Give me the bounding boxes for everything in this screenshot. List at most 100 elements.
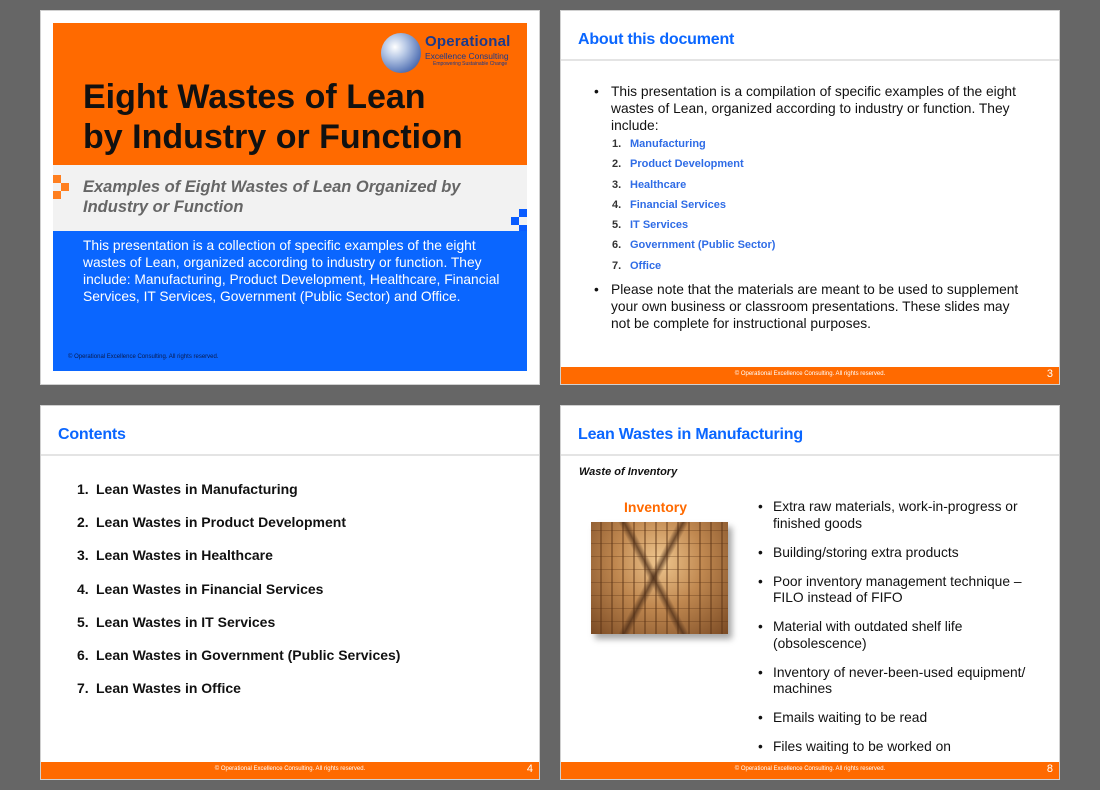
bullet-text: Inventory of never-been-used equipment/ … bbox=[773, 664, 1026, 697]
image-caption: Inventory bbox=[624, 499, 688, 515]
bullet-text: Material with outdated shelf life (obsol… bbox=[773, 619, 963, 651]
list-label: Manufacturing bbox=[630, 138, 706, 150]
slide-title: Lean Wastes in Manufacturing bbox=[578, 426, 803, 443]
decor-square-icon bbox=[511, 217, 519, 225]
bullet-text: Files waiting to be worked on bbox=[773, 739, 951, 754]
toc-number: 4. bbox=[77, 580, 89, 597]
bullet-text: This presentation is a compilation of sp… bbox=[611, 84, 1016, 133]
list-item: 3. Healthcare bbox=[612, 179, 775, 199]
bullet-icon: • bbox=[594, 282, 599, 297]
presentation-description: This presentation is a collection of spe… bbox=[83, 238, 500, 304]
logo-subname: Excellence Consulting bbox=[425, 51, 509, 61]
bullet-text: Building/storing extra products bbox=[773, 544, 959, 560]
list-item: 2. Product Development bbox=[612, 158, 775, 178]
bullet-icon: • bbox=[758, 499, 763, 514]
toc-item: 7. Lean Wastes in Office bbox=[77, 680, 400, 713]
toc-number: 6. bbox=[77, 646, 89, 663]
slide-thumbnail-manufacturing[interactable]: Lean Wastes in Manufacturing Waste of In… bbox=[560, 405, 1060, 780]
list-label: Healthcare bbox=[630, 178, 687, 191]
toc-number: 3. bbox=[77, 547, 89, 564]
bullet-text: Emails waiting to be read bbox=[773, 710, 928, 725]
logo-tagline: Empowering Sustainable Change bbox=[433, 61, 508, 67]
list-number: 1. bbox=[612, 138, 622, 150]
bullet-item: • Extra raw materials, work-in-progress o… bbox=[756, 499, 1036, 532]
list-item: 4. Financial Services bbox=[612, 199, 775, 219]
toc-label: Lean Wastes in Manufacturing bbox=[96, 481, 298, 497]
list-item: 5. IT Services bbox=[612, 219, 775, 239]
list-label: Financial Services bbox=[630, 198, 726, 211]
copyright-text: © Operational Excellence Consulting. All… bbox=[734, 766, 886, 772]
list-label: Office bbox=[630, 259, 662, 272]
about-bullets: • This presentation is a compilation of s… bbox=[591, 83, 1031, 134]
table-of-contents: 1. Lean Wastes in Manufacturing 2. Lean Wa… bbox=[77, 481, 400, 713]
slide-title: Contents bbox=[58, 426, 126, 443]
list-item: 6. Government (Public Sector) bbox=[612, 239, 775, 259]
bullet-item: • Material with outdated shelf life (obso… bbox=[756, 619, 1036, 652]
page-number: 4 bbox=[526, 763, 533, 775]
toc-number: 5. bbox=[77, 613, 89, 630]
list-number: 3. bbox=[612, 178, 622, 191]
toc-label: Lean Wastes in Government (Public Servic… bbox=[96, 646, 401, 663]
list-item: 1. Manufacturing bbox=[612, 138, 775, 158]
bullet-icon: • bbox=[758, 619, 763, 634]
toc-item: 3. Lean Wastes in Healthcare bbox=[77, 547, 400, 580]
toc-item: 4. Lean Wastes in Financial Services bbox=[77, 581, 400, 614]
bullet-icon: • bbox=[758, 739, 763, 754]
slide-title: About this document bbox=[578, 31, 735, 48]
toc-item: 1. Lean Wastes in Manufacturing bbox=[77, 481, 400, 514]
slide-thumbnail-contents[interactable]: Contents 1. Lean Wastes in Manufacturing … bbox=[40, 405, 540, 780]
slide-footer: © Operational Excellence Consulting. All… bbox=[41, 762, 539, 779]
bullet-icon: • bbox=[758, 573, 763, 589]
list-label: IT Services bbox=[630, 219, 689, 232]
toc-item: 6. Lean Wastes in Government (Public Serv… bbox=[77, 647, 400, 680]
bullet-icon: • bbox=[594, 84, 599, 99]
logo-name: Operational bbox=[425, 33, 511, 50]
decor-square-icon bbox=[61, 183, 69, 191]
title-line-1: Eight Wastes of Lean bbox=[83, 78, 426, 116]
subtitle-band: Examples of Eight Wastes of Lean Organiz… bbox=[53, 165, 527, 233]
bullet-icon: • bbox=[758, 710, 763, 725]
slide-header: About this document bbox=[561, 11, 1059, 61]
note-bullets: • Please note that the materials are mean… bbox=[591, 281, 1031, 332]
title-line-2: by Industry or Function bbox=[83, 118, 463, 156]
bullet-icon: • bbox=[758, 544, 763, 560]
toc-number: 7. bbox=[77, 680, 89, 697]
section-subheading: Waste of Inventory bbox=[579, 466, 678, 478]
list-number: 4. bbox=[612, 198, 622, 211]
toc-label: Lean Wastes in IT Services bbox=[96, 613, 276, 630]
bullet-text: Poor inventory management technique – FI… bbox=[773, 573, 1022, 606]
bullet-item: • Inventory of never-been-used equipment/… bbox=[756, 665, 1036, 698]
slide-footer: © Operational Excellence Consulting. All… bbox=[561, 762, 1059, 779]
presentation-title: Eight Wastes of Lean by Industry or Func… bbox=[83, 77, 463, 157]
warehouse-image bbox=[591, 522, 728, 634]
decor-square-icon bbox=[53, 175, 61, 183]
bullet-item: • Poor inventory management technique – F… bbox=[756, 574, 1036, 607]
list-number: 6. bbox=[612, 239, 622, 252]
list-number: 5. bbox=[612, 219, 622, 232]
page-number: 8 bbox=[1046, 763, 1053, 775]
toc-number: 2. bbox=[77, 514, 89, 531]
toc-label: Lean Wastes in Product Development bbox=[96, 514, 346, 531]
list-label: Government (Public Sector) bbox=[630, 239, 776, 252]
toc-number: 1. bbox=[77, 481, 89, 497]
bullet-item: • Please note that the materials are mean… bbox=[591, 281, 1031, 332]
slide-thumbnail-about[interactable]: About this document • This presentation i… bbox=[560, 10, 1060, 385]
bullet-item: • Files waiting to be worked on bbox=[756, 739, 1036, 756]
industry-list: 1. Manufacturing 2. Product Development 3.… bbox=[612, 138, 775, 280]
list-number: 2. bbox=[612, 158, 622, 171]
slide-footer: © Operational Excellence Consulting. All… bbox=[561, 367, 1059, 384]
title-banner: Operational Excellence Consulting Empowe… bbox=[53, 23, 527, 165]
copyright-text: © Operational Excellence Consulting. All… bbox=[214, 766, 366, 772]
toc-item: 2. Lean Wastes in Product Development bbox=[77, 514, 400, 547]
description-band: This presentation is a collection of spe… bbox=[53, 231, 527, 371]
copyright-text: © Operational Excellence Consulting. All… bbox=[68, 354, 219, 360]
slide-header: Lean Wastes in Manufacturing bbox=[561, 406, 1059, 456]
slide-header: Contents bbox=[41, 406, 539, 456]
slide-thumbnail-title[interactable]: Operational Excellence Consulting Empowe… bbox=[40, 10, 540, 385]
globe-icon bbox=[381, 33, 421, 73]
presentation-subtitle: Examples of Eight Wastes of Lean Organiz… bbox=[83, 178, 461, 216]
bullet-item: • Emails waiting to be read bbox=[756, 710, 1036, 727]
list-label: Product Development bbox=[630, 158, 744, 171]
copyright-text: © Operational Excellence Consulting. All… bbox=[734, 371, 886, 377]
toc-item: 5. Lean Wastes in IT Services bbox=[77, 614, 400, 647]
